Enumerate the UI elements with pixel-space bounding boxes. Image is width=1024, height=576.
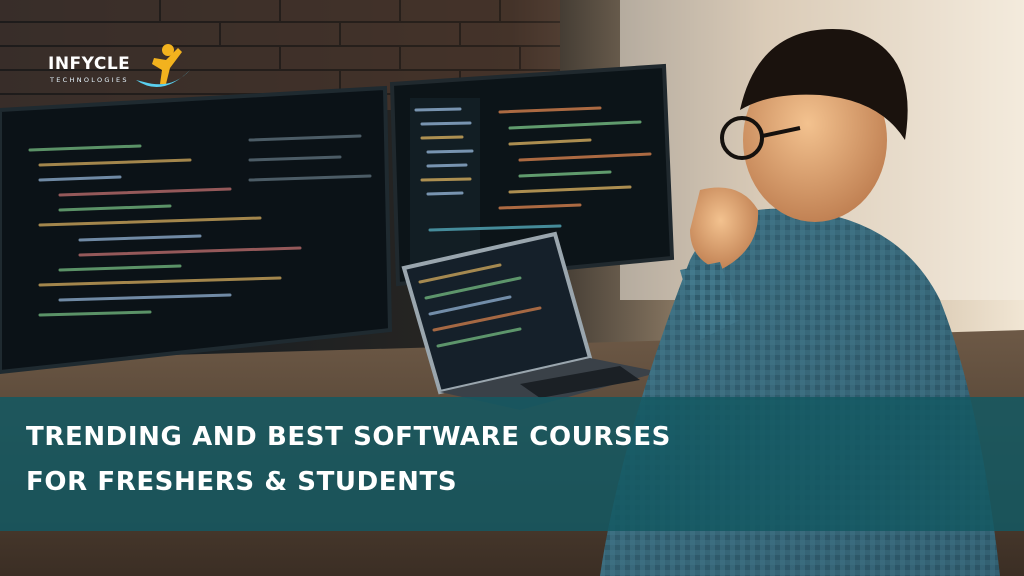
headline-line-2: FOR FRESHERS & STUDENTS — [26, 467, 458, 497]
logo-wordmark: INFYCLE — [48, 54, 130, 74]
logo-person-swoosh-icon — [136, 44, 190, 88]
logo-brand-main: INFYCLE — [48, 54, 131, 74]
headline-line-1: TRENDING AND BEST SOFTWARE COURSES — [26, 422, 672, 452]
headline-banner: TRENDING AND BEST SOFTWARE COURSES FOR F… — [0, 397, 1024, 531]
hero-image: INFYCLE TECHNOLOGIES TRENDING AND BEST S… — [0, 0, 1024, 576]
company-logo: INFYCLE TECHNOLOGIES — [48, 40, 198, 100]
logo-brand-sub: TECHNOLOGIES — [50, 76, 129, 84]
left-monitor — [0, 85, 393, 375]
